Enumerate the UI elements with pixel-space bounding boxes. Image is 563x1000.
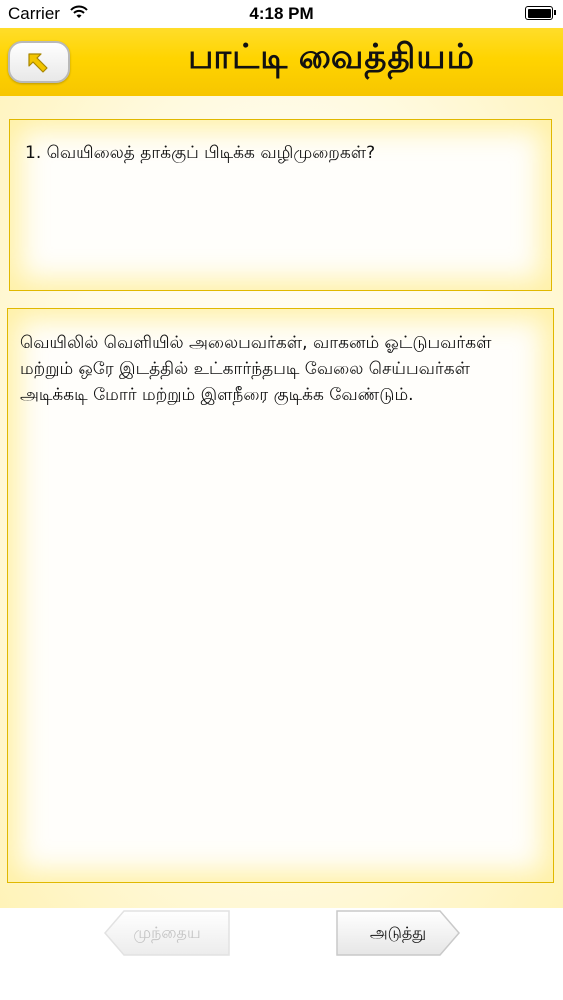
app-header: பாட்டி வைத்தியம் [0, 28, 563, 96]
back-button[interactable] [8, 41, 70, 83]
status-time: 4:18 PM [249, 4, 314, 23]
arrow-up-left-icon [28, 53, 48, 73]
answer-card: வெயிலில் வெளியில் அலைபவர்கள், வாகனம் ஓட்… [7, 308, 554, 883]
next-label: அடுத்து [369, 922, 427, 942]
prev-label: முந்தைய [133, 922, 201, 942]
question-text: 1. வெயிலைத் தாக்குப் பிடிக்க வழிமுறைகள்? [25, 143, 376, 163]
page-title: பாட்டி வைத்தியம் [188, 38, 475, 76]
prev-button[interactable]: முந்தைய [104, 910, 230, 956]
battery-icon [525, 6, 556, 20]
next-button[interactable]: அடுத்து [336, 910, 460, 956]
footer-bar [0, 908, 563, 1000]
answer-text: வெயிலில் வெளியில் அலைபவர்கள், வாகனம் ஓட்… [20, 333, 492, 405]
question-card: 1. வெயிலைத் தாக்குப் பிடிக்க வழிமுறைகள்? [9, 119, 552, 291]
status-bar: Carrier 4:18 PM [0, 0, 563, 28]
